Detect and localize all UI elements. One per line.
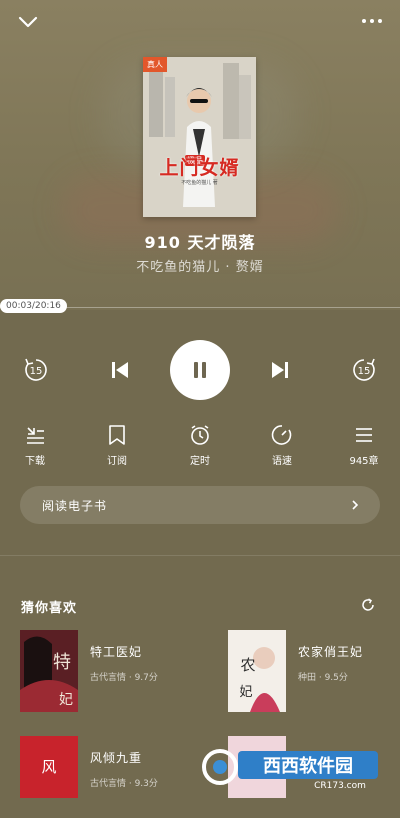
watermark-image: 西西软件园 CR173.com <box>202 749 378 791</box>
list-icon <box>356 428 372 442</box>
cover-illustration <box>143 57 256 217</box>
speed-label: 语速 <box>272 456 292 467</box>
recommend-cover: 风 <box>20 736 78 818</box>
chapters-label: 945章 <box>349 456 379 467</box>
skip-previous-icon <box>112 362 128 378</box>
skip-back-button[interactable]: 15 <box>18 352 54 388</box>
cover-art-image: 风 <box>20 736 78 798</box>
author-line[interactable]: 不吃鱼的猫儿 · 赘婿 <box>0 256 400 275</box>
more-dots-icon <box>362 19 382 23</box>
recommend-name: 特工医妃 <box>90 645 143 659</box>
section-divider <box>0 555 400 556</box>
cover-art-image: 特 妃 <box>20 630 78 712</box>
recommend-title: 猜你喜欢 <box>21 601 78 616</box>
next-button[interactable] <box>262 352 298 388</box>
svg-text:妃: 妃 <box>59 692 73 708</box>
forward-15-icon: 15 <box>353 358 375 381</box>
skip-next-icon <box>272 362 288 378</box>
read-ebook-button[interactable]: 阅读电子书 <box>20 486 380 524</box>
watermark-logo: 西西软件园 CR173.com <box>200 745 380 791</box>
svg-text:风: 风 <box>41 758 56 776</box>
download-icon <box>27 427 44 444</box>
rewind-15-icon: 15 <box>25 358 47 381</box>
download-button[interactable]: 下载 <box>5 424 65 467</box>
cover-tag: 真人 <box>143 57 167 72</box>
speed-icon <box>271 425 292 445</box>
recommend-cover: 特 妃 <box>20 630 78 712</box>
svg-text:特: 特 <box>53 652 71 673</box>
bookmark-icon <box>109 425 125 445</box>
subscribe-label: 订阅 <box>107 456 127 467</box>
download-label: 下载 <box>25 456 45 467</box>
recommend-name: 农家俏王妃 <box>298 645 364 659</box>
alarm-clock-icon <box>191 425 209 445</box>
chevron-right-icon <box>352 500 359 510</box>
read-ebook-label: 阅读电子书 <box>42 498 108 513</box>
recommend-meta: 古代言情 · 9.7分 <box>90 673 158 683</box>
track-title: 910 天才陨落 <box>144 233 256 252</box>
skip-back-seconds: 15 <box>30 366 43 377</box>
timer-label: 定时 <box>190 456 210 467</box>
pause-icon <box>194 362 206 378</box>
pause-button[interactable] <box>170 340 230 400</box>
cover-author: 不吃鱼的猫儿 著 <box>181 180 218 186</box>
subscribe-button[interactable]: 订阅 <box>87 424 147 467</box>
recommend-meta: 种田 · 9.5分 <box>298 673 348 683</box>
watermark-main: 西西软件园 <box>263 755 353 777</box>
watermark-sub: CR173.com <box>314 781 366 790</box>
skip-forward-seconds: 15 <box>358 366 371 377</box>
previous-button[interactable] <box>102 352 138 388</box>
book-cover: 真人 极品 上门女婿 不吃鱼的猫儿 著 <box>143 57 256 217</box>
recommend-item[interactable]: 风 风倾九重 古代言情 · 9.3分 <box>20 736 200 818</box>
skip-forward-button[interactable]: 15 <box>346 352 382 388</box>
refresh-icon <box>362 598 374 611</box>
collapse-button[interactable] <box>14 10 42 34</box>
svg-text:农: 农 <box>240 656 255 674</box>
cover-title: 上门女婿 <box>159 157 240 179</box>
more-button[interactable] <box>358 10 386 34</box>
progress-thumb[interactable]: 00:03/20:16 <box>0 299 67 313</box>
recommend-meta: 古代言情 · 9.3分 <box>90 779 158 789</box>
recommend-item[interactable]: 特 妃 特工医妃 古代言情 · 9.7分 <box>20 630 200 712</box>
timer-button[interactable]: 定时 <box>170 424 230 467</box>
recommend-name: 风倾九重 <box>90 751 143 765</box>
speed-button[interactable]: 语速 <box>252 424 312 467</box>
recommend-item[interactable]: 农 妃 农家俏王妃 种田 · 9.5分 <box>228 630 400 712</box>
svg-text:妃: 妃 <box>239 685 252 700</box>
refresh-button[interactable] <box>360 597 376 617</box>
chapters-button[interactable]: 945章 <box>334 424 394 467</box>
chevron-down-icon <box>18 16 38 28</box>
recommend-cover: 农 妃 <box>228 630 286 712</box>
cover-art-image: 农 妃 <box>228 630 286 712</box>
